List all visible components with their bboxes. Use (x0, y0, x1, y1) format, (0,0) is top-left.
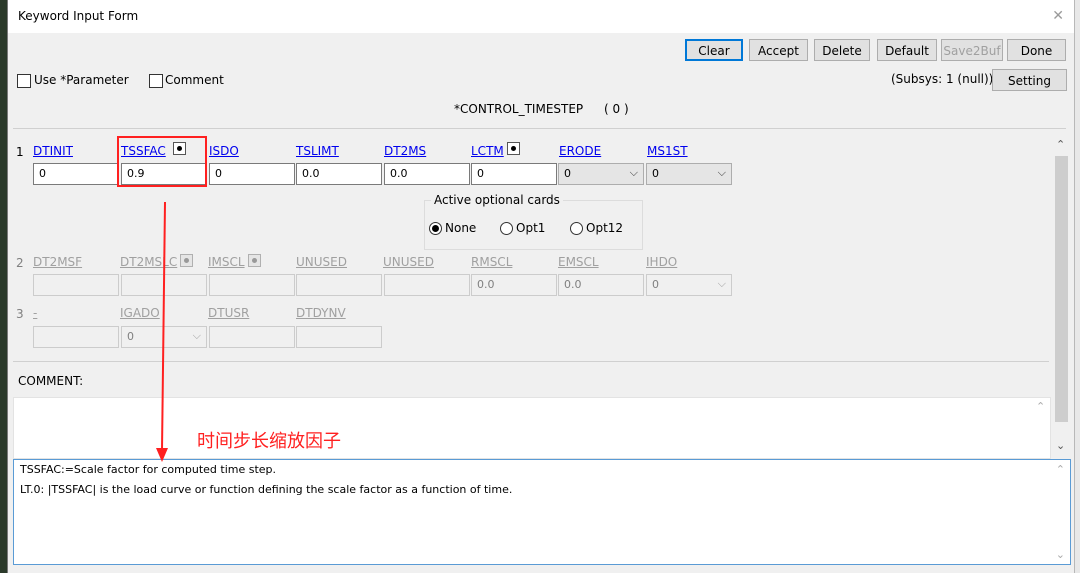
ihdo-select[interactable]: 0 ⌵ (646, 274, 732, 296)
card-area-top-divider (13, 128, 1066, 129)
card-area-scrollbar[interactable]: ⌃ ⌄ (1053, 134, 1070, 460)
setting-button[interactable]: Setting (992, 69, 1067, 91)
scroll-up-icon[interactable]: ⌃ (1036, 400, 1045, 413)
scroll-down-icon[interactable]: ⌄ (1056, 439, 1065, 452)
chevron-down-icon: ⌵ (629, 166, 638, 179)
keyword-id: ( 0 ) (604, 102, 629, 116)
field-label-ihdo[interactable]: IHDO (646, 255, 677, 269)
help-line-2: LT.0: |TSSFAC| is the load curve or func… (20, 483, 513, 496)
field-label-dtinit[interactable]: DTINIT (33, 144, 73, 158)
field-label-dt2msf[interactable]: DT2MSF (33, 255, 82, 269)
annotation-arrow (156, 201, 168, 462)
radio-opt1-label: Opt1 (516, 221, 546, 235)
comment-label: COMMENT: (18, 374, 84, 388)
field-label-dtdynv[interactable]: DTDYNV (296, 306, 346, 320)
radio-none-label: None (445, 221, 477, 235)
title-bar: Keyword Input Form ✕ (8, 0, 1074, 33)
field-label-imscl[interactable]: IMSCL (208, 255, 245, 269)
dtdynv-input[interactable] (296, 326, 382, 348)
ms1st-select-value: 0 (652, 167, 659, 180)
optional-cards-title: Active optional cards (431, 193, 563, 207)
field-label-emscl[interactable]: EMSCL (558, 255, 599, 269)
erode-select-value: 0 (564, 167, 571, 180)
lctm-curve-button[interactable] (507, 142, 520, 155)
comment-checkbox-label: Comment (165, 73, 224, 87)
desktop-background (0, 0, 7, 573)
radio-none[interactable] (429, 222, 442, 235)
ihdo-select-value: 0 (652, 278, 659, 291)
save2buf-button[interactable]: Save2Buf (941, 39, 1003, 61)
emscl-input[interactable]: 0.0 (558, 274, 644, 296)
scroll-up-icon[interactable]: ⌃ (1056, 463, 1065, 476)
comment-scrollbar[interactable]: ⌃ (1033, 398, 1050, 458)
scroll-up-icon[interactable]: ⌃ (1056, 138, 1065, 151)
field-label-dash[interactable]: - (33, 306, 37, 320)
field-label-erode[interactable]: ERODE (559, 144, 601, 158)
field-label-lctm[interactable]: LCTM (471, 144, 504, 158)
chevron-down-icon: ⌵ (717, 277, 726, 290)
dt2msf-input[interactable] (33, 274, 119, 296)
clear-button[interactable]: Clear (685, 39, 743, 61)
field-label-dt2ms[interactable]: DT2MS (384, 144, 426, 158)
field-label-unused-1[interactable]: UNUSED (296, 255, 347, 269)
field-label-ms1st[interactable]: MS1ST (647, 144, 688, 158)
ms1st-select[interactable]: 0 ⌵ (646, 163, 732, 185)
field-label-dtusr[interactable]: DTUSR (208, 306, 249, 320)
delete-button[interactable]: Delete (814, 39, 870, 61)
tslimt-input[interactable]: 0.0 (296, 163, 382, 185)
igado-select-value: 0 (127, 330, 134, 343)
radio-opt12-label: Opt12 (586, 221, 624, 235)
scroll-down-icon[interactable]: ⌄ (1056, 548, 1065, 561)
field-label-isdo[interactable]: ISDO (209, 144, 239, 158)
radio-opt1[interactable] (500, 222, 513, 235)
dtusr-input[interactable] (209, 326, 295, 348)
card-area-scrollbar-thumb[interactable] (1055, 156, 1068, 422)
field-label-rmscl[interactable]: RMSCL (471, 255, 512, 269)
dtinit-input[interactable]: 0 (33, 163, 119, 185)
dt2mslc-curve-button[interactable] (180, 254, 193, 267)
chevron-down-icon: ⌵ (717, 166, 726, 179)
rmscl-input[interactable]: 0.0 (471, 274, 557, 296)
dt2ms-input[interactable]: 0.0 (384, 163, 470, 185)
imscl-curve-button[interactable] (248, 254, 261, 267)
imscl-input[interactable] (209, 274, 295, 296)
annotation-text: 时间步长缩放因子 (197, 431, 341, 452)
field-label-tslimt[interactable]: TSLIMT (296, 144, 339, 158)
erode-select[interactable]: 0 ⌵ (558, 163, 644, 185)
unused-input-2[interactable] (384, 274, 470, 296)
use-parameter-label: Use *Parameter (34, 73, 129, 87)
accept-button[interactable]: Accept (749, 39, 808, 61)
done-button[interactable]: Done (1007, 39, 1066, 61)
card1-row-number: 1 (16, 145, 24, 159)
chevron-down-icon: ⌵ (192, 329, 201, 342)
default-button[interactable]: Default (877, 39, 937, 61)
dash-input[interactable] (33, 326, 119, 348)
window-title: Keyword Input Form (18, 9, 139, 23)
tssfac-highlight-box (117, 136, 207, 187)
isdo-input[interactable]: 0 (209, 163, 295, 185)
comment-checkbox[interactable] (149, 74, 163, 88)
unused-input-1[interactable] (296, 274, 382, 296)
keyword-input-form-window: Keyword Input Form ✕ Clear Accept Delete… (7, 0, 1075, 573)
help-textarea[interactable]: TSSFAC:=Scale factor for computed time s… (13, 459, 1071, 565)
card3-row-number: 3 (16, 307, 24, 321)
subsys-label: (Subsys: 1 (null)) (891, 72, 994, 86)
close-icon[interactable]: ✕ (1052, 8, 1064, 24)
use-parameter-checkbox[interactable] (17, 74, 31, 88)
field-label-unused-2[interactable]: UNUSED (383, 255, 434, 269)
lctm-input[interactable]: 0 (471, 163, 557, 185)
keyword-name: *CONTROL_TIMESTEP (454, 102, 584, 116)
card2-row-number: 2 (16, 256, 24, 270)
radio-opt12[interactable] (570, 222, 583, 235)
